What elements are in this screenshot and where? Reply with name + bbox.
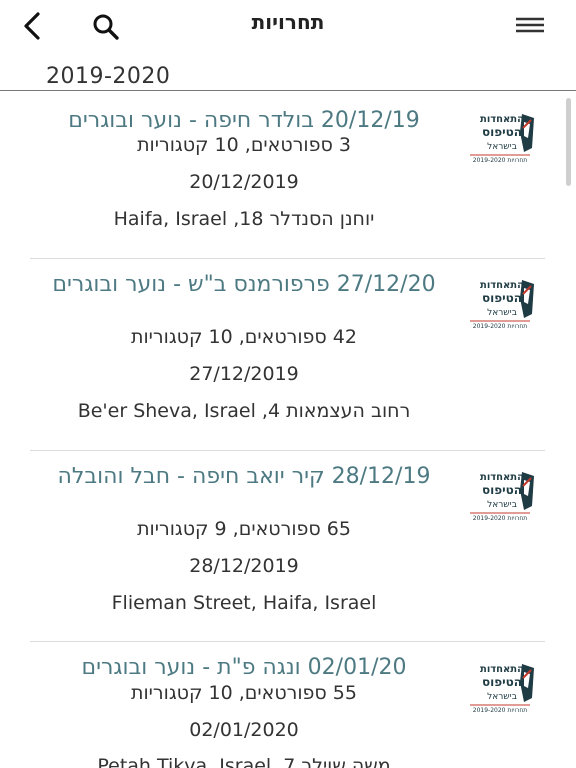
svg-text:בישראל: בישראל [487, 308, 517, 318]
svg-text:הטיפוס: הטיפוס [482, 483, 522, 497]
svg-text:הטיפוס: הטיפוס [482, 125, 522, 139]
svg-text:הטיפוס: הטיפוס [482, 291, 522, 305]
page-title: תחרויות [251, 10, 325, 34]
svg-text:תחרויות 2019-2020: תחרויות 2019-2020 [473, 157, 527, 164]
federation-logo: התאחדות הטיפוס בישראל תחרויות 2019-2020 [464, 274, 536, 334]
divider [30, 258, 545, 259]
event-title[interactable]: 20/12/19 בולדר חיפה - נוער ובוגרים [30, 108, 458, 134]
hamburger-menu-icon [516, 17, 544, 33]
svg-text:התאחדות: התאחדות [480, 472, 524, 483]
event-item[interactable]: התאחדות הטיפוס בישראל תחרויות 2019-2020 … [30, 650, 545, 768]
event-location: משה שוילר 7, Petah Tikva, Israel [97, 755, 391, 768]
event-athletes: 55 ספורטאים, 10 קטגוריות [131, 682, 357, 704]
svg-text:בישראל: בישראל [487, 692, 517, 702]
svg-text:התאחדות: התאחדות [480, 664, 524, 675]
menu-button[interactable] [512, 10, 548, 42]
event-title[interactable]: 28/12/19 קיר יואב חיפה - חבל והובלה [30, 464, 458, 490]
svg-text:תחרויות 2019-2020: תחרויות 2019-2020 [473, 515, 527, 522]
event-location: רחוב העצמאות 4, Be'er Sheva, Israel [77, 400, 411, 422]
event-location: Flieman Street, Haifa, Israel [111, 592, 377, 614]
federation-logo: התאחדות הטיפוס בישראל תחרויות 2019-2020 [464, 108, 536, 168]
federation-logo: התאחדות הטיפוס בישראל תחרויות 2019-2020 [464, 466, 536, 526]
event-title[interactable]: 27/12/20 פרפורמנס ב"ש - נוער ובוגרים [30, 272, 458, 298]
event-item[interactable]: התאחדות הטיפוס בישראל תחרויות 2019-2020 … [30, 266, 545, 446]
svg-text:תחרויות 2019-2020: תחרויות 2019-2020 [473, 707, 527, 714]
svg-text:בישראל: בישראל [487, 142, 517, 152]
svg-text:בישראל: בישראל [487, 500, 517, 510]
federation-logo: התאחדות הטיפוס בישראל תחרויות 2019-2020 [464, 658, 536, 718]
event-athletes: 3 ספורטאים, 10 קטגוריות [137, 134, 351, 156]
season-header: 2019-2020 [46, 64, 171, 89]
event-title[interactable]: 02/01/20 ונגה פ"ת - נוער ובוגרים [30, 655, 458, 681]
event-item[interactable]: התאחדות הטיפוס בישראל תחרויות 2019-2020 … [30, 100, 545, 256]
top-bar: תחרויות [0, 0, 576, 52]
season-divider [0, 90, 576, 91]
event-date: 27/12/2019 [189, 363, 299, 385]
svg-text:התאחדות: התאחדות [480, 114, 524, 125]
divider [30, 641, 545, 642]
svg-text:הטיפוס: הטיפוס [482, 675, 522, 689]
event-date: 28/12/2019 [189, 555, 299, 577]
scrollbar[interactable] [566, 98, 571, 186]
event-location: יוחנן הסנדלר 18, Haifa, Israel [113, 208, 375, 230]
divider [30, 450, 545, 451]
event-athletes: 42 ספורטאים, 10 קטגוריות [131, 326, 357, 348]
event-date: 20/12/2019 [189, 171, 299, 193]
svg-text:תחרויות 2019-2020: תחרויות 2019-2020 [473, 323, 527, 330]
svg-text:התאחדות: התאחדות [480, 280, 524, 291]
event-athletes: 65 ספורטאים, 9 קטגוריות [137, 518, 351, 540]
event-date: 02/01/2020 [189, 719, 299, 741]
event-item[interactable]: התאחדות הטיפוס בישראל תחרויות 2019-2020 … [30, 458, 545, 638]
